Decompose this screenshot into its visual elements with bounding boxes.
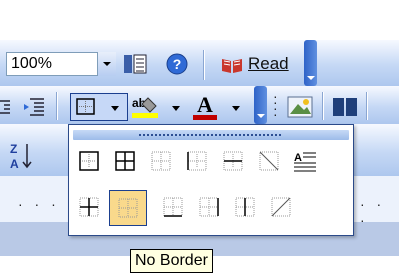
svg-text:A: A	[294, 152, 302, 164]
tooltip: No Border	[130, 249, 213, 273]
document-map-icon[interactable]	[122, 52, 148, 76]
zoom-dropdown-button[interactable]	[97, 52, 116, 76]
right-border-icon	[199, 197, 219, 217]
ruler-ticks: · · ·	[18, 196, 60, 212]
no-border-option[interactable]	[109, 190, 147, 226]
bottom-border-icon	[163, 197, 183, 217]
toolbar-options-grip[interactable]	[304, 40, 317, 86]
outside-border-icon	[79, 151, 99, 171]
borders-button[interactable]	[70, 93, 128, 121]
left-border-icon	[187, 151, 207, 171]
all-borders-option[interactable]	[110, 146, 140, 176]
left-border-option[interactable]	[182, 146, 212, 176]
increase-indent-icon[interactable]	[22, 96, 46, 118]
highlight-icon[interactable]: ab	[130, 94, 164, 120]
outside-border-icon	[76, 98, 95, 115]
font-color-icon[interactable]: A	[190, 92, 220, 122]
inside-borders-option[interactable]	[146, 146, 176, 176]
horizontal-line-option[interactable]: A	[290, 146, 320, 176]
no-border-icon	[118, 198, 138, 218]
indent-icon[interactable]	[0, 97, 12, 117]
zoom-value: 100%	[11, 55, 52, 72]
bottom-border-option[interactable]	[158, 192, 188, 222]
columns-icon[interactable]	[331, 96, 359, 118]
toolbar-options-grip[interactable]	[254, 86, 267, 124]
separator	[56, 92, 58, 120]
insert-picture-icon[interactable]	[286, 94, 314, 120]
sort-ascending-icon[interactable]: Z A	[8, 140, 34, 172]
outside-border-option[interactable]	[74, 146, 104, 176]
ruler-ticks: · · ·	[360, 196, 386, 228]
svg-text:A: A	[197, 92, 213, 117]
svg-text:A: A	[10, 157, 19, 171]
read-button[interactable]: Read	[248, 54, 289, 74]
diagonal-up-border-icon	[271, 197, 291, 217]
svg-text:Z: Z	[10, 142, 17, 156]
inside-cross-border-icon	[79, 197, 99, 217]
diagonal-down-border-icon	[259, 151, 279, 171]
inside-vertical-border-option[interactable]	[230, 192, 260, 222]
separator	[203, 50, 205, 80]
inside-vertical-border-icon	[235, 197, 255, 217]
borders-dropdown-menu: A	[68, 124, 354, 236]
svg-text:?: ?	[173, 56, 182, 72]
chevron-down-icon[interactable]	[172, 106, 180, 111]
menu-drag-handle[interactable]	[73, 130, 349, 140]
zoom-combobox[interactable]: 100%	[6, 52, 116, 76]
separator	[366, 92, 368, 120]
all-borders-icon	[115, 151, 135, 171]
horizontal-line-icon: A	[294, 152, 316, 172]
help-icon[interactable]: ?	[165, 52, 189, 76]
top-bottom-borders-option[interactable]	[218, 146, 248, 176]
chevron-down-icon	[111, 106, 119, 111]
read-book-icon	[222, 59, 242, 73]
right-border-option[interactable]	[194, 192, 224, 222]
top-bottom-borders-icon	[223, 151, 243, 171]
diagonal-down-border-option[interactable]	[254, 146, 284, 176]
diagonal-up-border-option[interactable]	[266, 192, 296, 222]
read-label: Read	[248, 54, 289, 73]
toolbar-handle[interactable]: · · · ·	[273, 89, 278, 121]
inside-borders-icon	[151, 151, 171, 171]
chevron-down-icon[interactable]	[232, 106, 240, 111]
separator	[322, 92, 324, 120]
inside-cross-border-option[interactable]	[74, 192, 104, 222]
